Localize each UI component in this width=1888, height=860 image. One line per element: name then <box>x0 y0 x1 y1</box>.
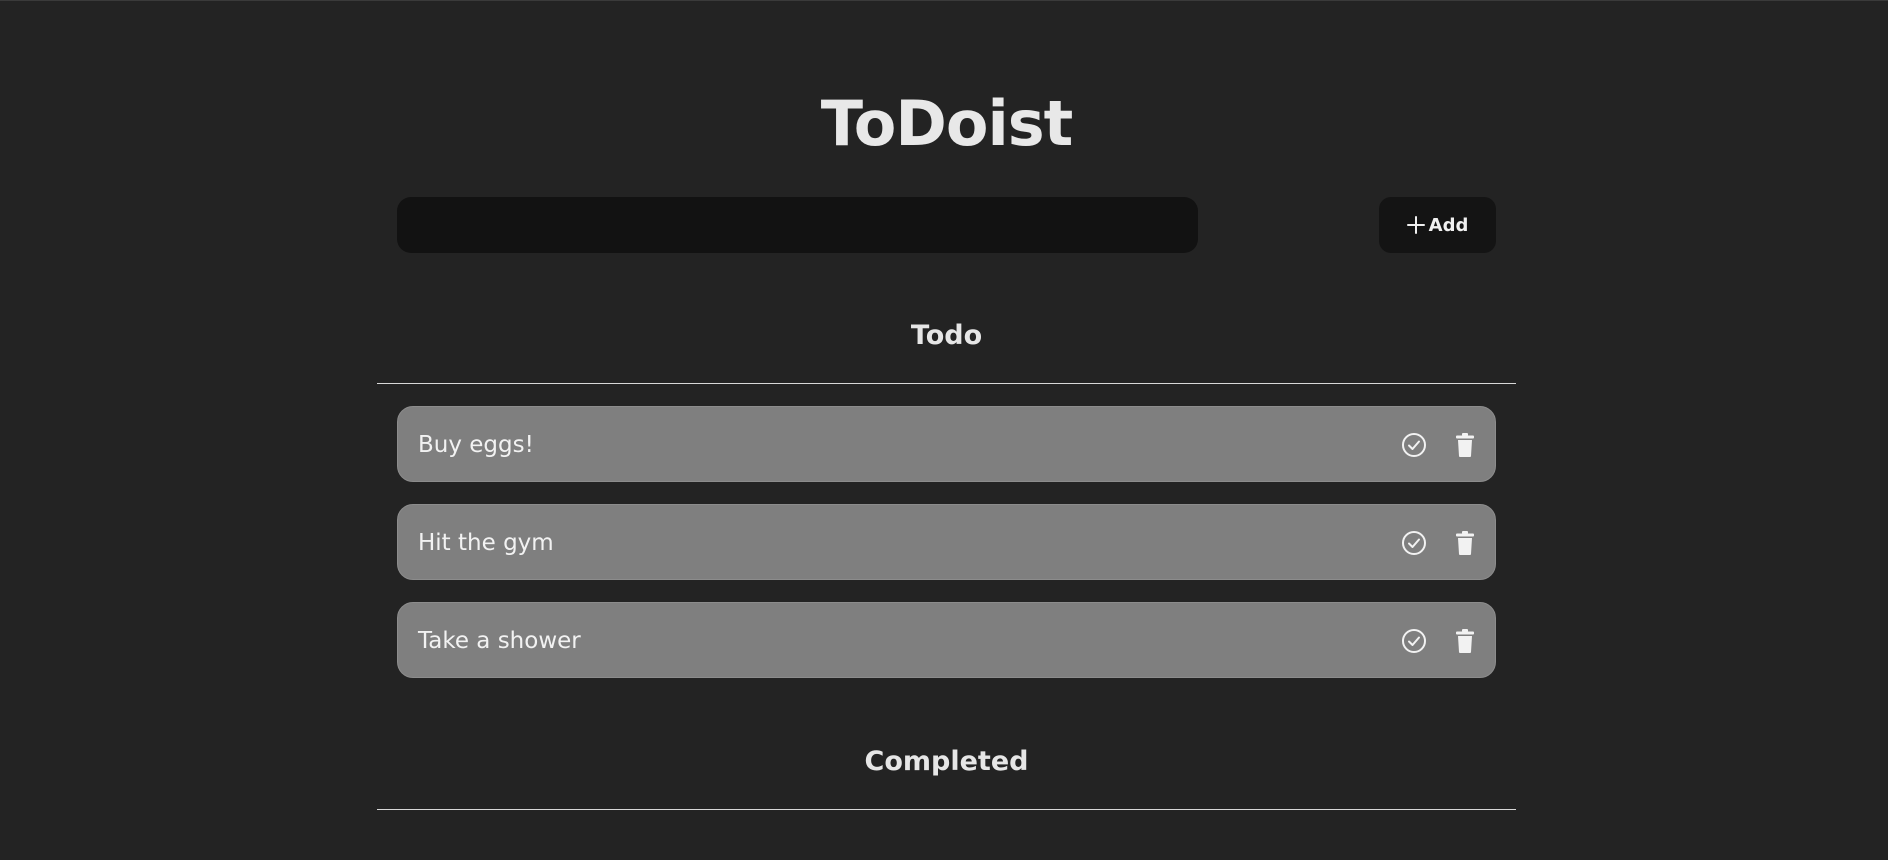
todo-item-text: Take a shower <box>418 628 581 654</box>
todo-section-heading: Todo <box>910 320 983 351</box>
todo-list: Buy eggs! Hit the gym Take a shower <box>397 406 1496 700</box>
completed-section-heading: Completed <box>864 746 1029 777</box>
trash-icon[interactable] <box>1450 626 1480 656</box>
todo-item: Buy eggs! <box>397 406 1496 482</box>
trash-icon[interactable] <box>1450 430 1480 460</box>
check-circle-icon[interactable] <box>1399 430 1429 460</box>
trash-icon[interactable] <box>1450 528 1480 558</box>
todo-divider <box>377 383 1516 384</box>
check-circle-icon[interactable] <box>1399 528 1429 558</box>
app-title: ToDoist <box>820 87 1074 160</box>
todo-item: Hit the gym <box>397 504 1496 580</box>
new-task-input[interactable] <box>397 197 1198 253</box>
completed-divider <box>377 809 1516 810</box>
check-circle-icon[interactable] <box>1399 626 1429 656</box>
window-top-border <box>0 0 1888 1</box>
plus-icon <box>1406 216 1425 234</box>
todo-item: Take a shower <box>397 602 1496 678</box>
add-button-label: Add <box>1428 214 1469 236</box>
todo-item-text: Hit the gym <box>418 530 554 556</box>
add-button[interactable]: Add <box>1379 197 1496 253</box>
todo-item-text: Buy eggs! <box>418 432 534 458</box>
